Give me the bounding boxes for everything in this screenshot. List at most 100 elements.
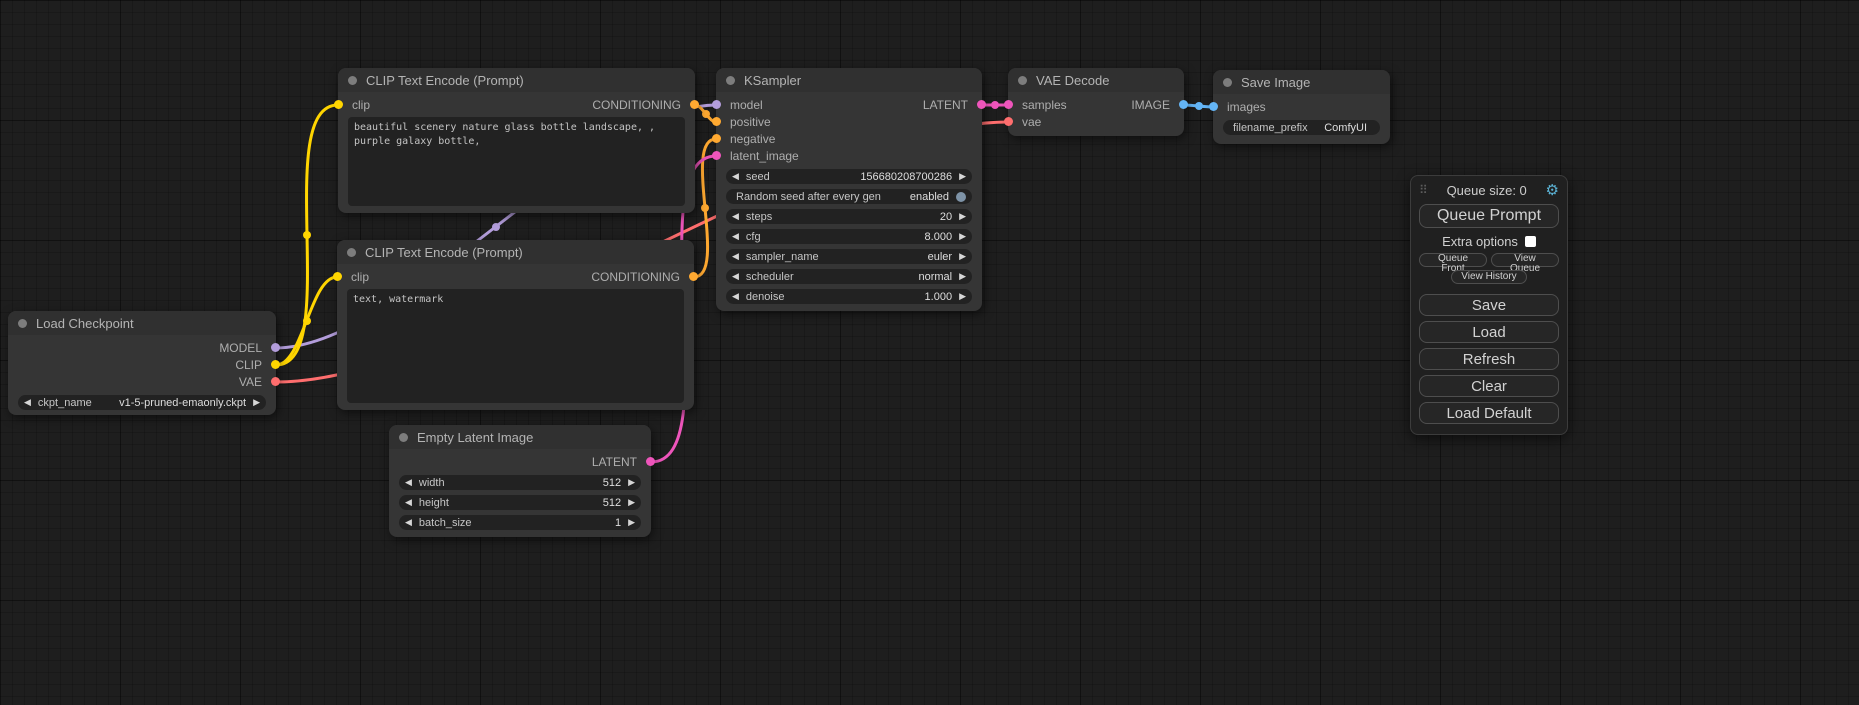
scheduler-widget[interactable]: ◀ scheduler normal ▶ <box>726 269 972 284</box>
node-title-bar[interactable]: Empty Latent Image <box>389 425 651 449</box>
output-socket-clip[interactable] <box>271 360 280 369</box>
toggle-knob[interactable] <box>956 192 966 202</box>
node-graph-canvas[interactable]: Load Checkpoint MODEL CLIP VAE ◀ ckpt_na… <box>0 0 1859 705</box>
output-socket-image[interactable] <box>1179 100 1188 109</box>
node-title: VAE Decode <box>1036 73 1109 88</box>
increment-arrow-icon[interactable]: ▶ <box>253 398 260 407</box>
decrement-arrow-icon[interactable]: ◀ <box>732 232 739 241</box>
load-button[interactable]: Load <box>1419 321 1559 343</box>
filename-prefix-widget[interactable]: filename_prefix ComfyUI <box>1223 120 1380 135</box>
collapse-dot-icon[interactable] <box>348 76 357 85</box>
widget-label: height <box>419 497 449 509</box>
input-socket-model[interactable] <box>712 100 721 109</box>
input-label-samples: samples <box>1022 98 1067 112</box>
node-ksampler[interactable]: KSampler model LATENT positive negative … <box>716 68 982 311</box>
collapse-dot-icon[interactable] <box>1018 76 1027 85</box>
node-title-bar[interactable]: Save Image <box>1213 70 1390 94</box>
decrement-arrow-icon[interactable]: ◀ <box>732 172 739 181</box>
input-label-positive: positive <box>730 115 771 129</box>
width-widget[interactable]: ◀ width 512 ▶ <box>399 475 641 490</box>
input-socket-vae[interactable] <box>1004 117 1013 126</box>
increment-arrow-icon[interactable]: ▶ <box>959 252 966 261</box>
decrement-arrow-icon[interactable]: ◀ <box>405 498 412 507</box>
node-title-bar[interactable]: CLIP Text Encode (Prompt) <box>337 240 694 264</box>
increment-arrow-icon[interactable]: ▶ <box>959 232 966 241</box>
input-socket-positive[interactable] <box>712 117 721 126</box>
node-title-bar[interactable]: CLIP Text Encode (Prompt) <box>338 68 695 92</box>
load-default-button[interactable]: Load Default <box>1419 402 1559 424</box>
extra-options-checkbox[interactable] <box>1525 236 1536 247</box>
decrement-arrow-icon[interactable]: ◀ <box>732 252 739 261</box>
decrement-arrow-icon[interactable]: ◀ <box>732 272 739 281</box>
collapse-dot-icon[interactable] <box>399 433 408 442</box>
output-socket-conditioning[interactable] <box>689 272 698 281</box>
increment-arrow-icon[interactable]: ▶ <box>628 518 635 527</box>
queue-prompt-button[interactable]: Queue Prompt <box>1419 204 1559 228</box>
height-widget[interactable]: ◀ height 512 ▶ <box>399 495 641 510</box>
node-title: Save Image <box>1241 75 1310 90</box>
increment-arrow-icon[interactable]: ▶ <box>628 478 635 487</box>
node-empty-latent-image[interactable]: Empty Latent Image LATENT ◀ width 512 ▶ … <box>389 425 651 537</box>
view-history-button[interactable]: View History <box>1451 270 1527 284</box>
collapse-dot-icon[interactable] <box>1223 78 1232 87</box>
output-socket-latent[interactable] <box>646 457 655 466</box>
output-socket-model[interactable] <box>271 343 280 352</box>
sampler-name-widget[interactable]: ◀ sampler_name euler ▶ <box>726 249 972 264</box>
widget-value: 1 <box>615 517 621 529</box>
input-socket-latent-image[interactable] <box>712 151 721 160</box>
increment-arrow-icon[interactable]: ▶ <box>959 212 966 221</box>
increment-arrow-icon[interactable]: ▶ <box>628 498 635 507</box>
cfg-widget[interactable]: ◀ cfg 8.000 ▶ <box>726 229 972 244</box>
collapse-dot-icon[interactable] <box>18 319 27 328</box>
queue-front-button[interactable]: Queue Front <box>1419 253 1487 267</box>
increment-arrow-icon[interactable]: ▶ <box>959 272 966 281</box>
node-title-bar[interactable]: Load Checkpoint <box>8 311 276 335</box>
batch-size-widget[interactable]: ◀ batch_size 1 ▶ <box>399 515 641 530</box>
extra-options-label: Extra options <box>1442 234 1518 249</box>
widget-label: ckpt_name <box>38 397 92 409</box>
decrement-arrow-icon[interactable]: ◀ <box>405 478 412 487</box>
increment-arrow-icon[interactable]: ▶ <box>959 292 966 301</box>
link-midpoint-dot <box>702 110 710 118</box>
decrement-arrow-icon[interactable]: ◀ <box>732 292 739 301</box>
input-socket-samples[interactable] <box>1004 100 1013 109</box>
input-socket-negative[interactable] <box>712 134 721 143</box>
decrement-arrow-icon[interactable]: ◀ <box>732 212 739 221</box>
node-load-checkpoint[interactable]: Load Checkpoint MODEL CLIP VAE ◀ ckpt_na… <box>8 311 276 415</box>
clear-button[interactable]: Clear <box>1419 375 1559 397</box>
node-save-image[interactable]: Save Image images filename_prefix ComfyU… <box>1213 70 1390 144</box>
output-socket-vae[interactable] <box>271 377 280 386</box>
widget-label: width <box>419 477 445 489</box>
node-vae-decode[interactable]: VAE Decode samples IMAGE vae <box>1008 68 1184 136</box>
link-midpoint-dot <box>991 101 999 109</box>
node-clip-text-encode-positive[interactable]: CLIP Text Encode (Prompt) clip CONDITION… <box>338 68 695 213</box>
save-button[interactable]: Save <box>1419 294 1559 316</box>
input-socket-clip[interactable] <box>333 272 342 281</box>
seed-widget[interactable]: ◀ seed 156680208700286 ▶ <box>726 169 972 184</box>
collapse-dot-icon[interactable] <box>726 76 735 85</box>
positive-prompt-textarea[interactable]: beautiful scenery nature glass bottle la… <box>348 117 685 206</box>
node-title-bar[interactable]: VAE Decode <box>1008 68 1184 92</box>
collapse-dot-icon[interactable] <box>347 248 356 257</box>
denoise-widget[interactable]: ◀ denoise 1.000 ▶ <box>726 289 972 304</box>
queue-menu-panel[interactable]: ⠿ Queue size: 0 ⚙ Queue Prompt Extra opt… <box>1410 175 1568 435</box>
steps-widget[interactable]: ◀ steps 20 ▶ <box>726 209 972 224</box>
drag-handle-icon[interactable]: ⠿ <box>1419 183 1428 197</box>
output-label-vae: VAE <box>239 375 262 389</box>
input-socket-images[interactable] <box>1209 102 1218 111</box>
view-queue-button[interactable]: View Queue <box>1491 253 1559 267</box>
output-socket-latent[interactable] <box>977 100 986 109</box>
node-title-bar[interactable]: KSampler <box>716 68 982 92</box>
output-socket-conditioning[interactable] <box>690 100 699 109</box>
settings-gear-icon[interactable]: ⚙ <box>1546 181 1559 199</box>
decrement-arrow-icon[interactable]: ◀ <box>24 398 31 407</box>
input-socket-clip[interactable] <box>334 100 343 109</box>
refresh-button[interactable]: Refresh <box>1419 348 1559 370</box>
ckpt-name-widget[interactable]: ◀ ckpt_name v1-5-pruned-emaonly.ckpt ▶ <box>18 395 266 410</box>
negative-prompt-textarea[interactable]: text, watermark <box>347 289 684 403</box>
control-after-generate-widget[interactable]: Random seed after every gen enabled <box>726 189 972 204</box>
decrement-arrow-icon[interactable]: ◀ <box>405 518 412 527</box>
increment-arrow-icon[interactable]: ▶ <box>959 172 966 181</box>
widget-label: batch_size <box>419 517 472 529</box>
node-clip-text-encode-negative[interactable]: CLIP Text Encode (Prompt) clip CONDITION… <box>337 240 694 410</box>
